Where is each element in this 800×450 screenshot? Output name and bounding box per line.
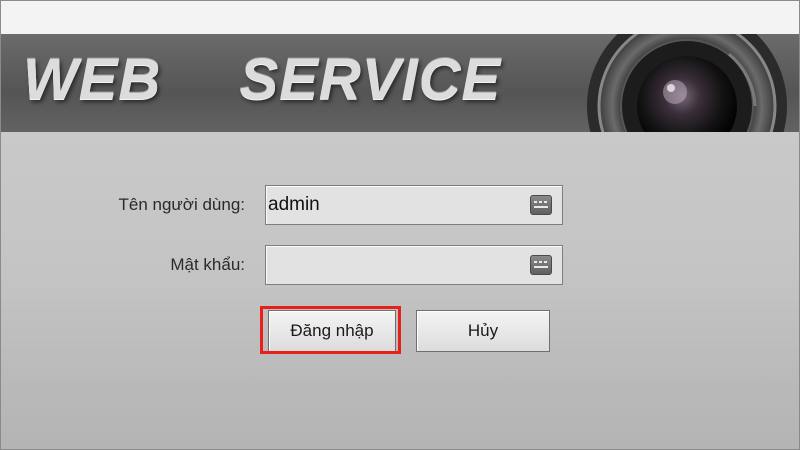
banner-title: WEB SERVICE: [23, 47, 502, 112]
camera-lens-icon: [579, 34, 799, 132]
password-label: Mật khẩu:: [170, 255, 245, 274]
login-panel: [1, 132, 799, 449]
login-highlight-box: [260, 306, 401, 354]
header-banner: WEB SERVICE: [1, 34, 799, 132]
keyboard-icon[interactable]: [530, 195, 552, 215]
username-value: admin: [268, 194, 320, 215]
keyboard-icon[interactable]: [530, 255, 552, 275]
cancel-button[interactable]: Hủy: [416, 310, 550, 352]
top-strip: [1, 1, 799, 34]
username-label: Tên người dùng:: [118, 195, 246, 214]
password-field[interactable]: [265, 245, 563, 285]
username-field[interactable]: admin: [265, 185, 563, 225]
